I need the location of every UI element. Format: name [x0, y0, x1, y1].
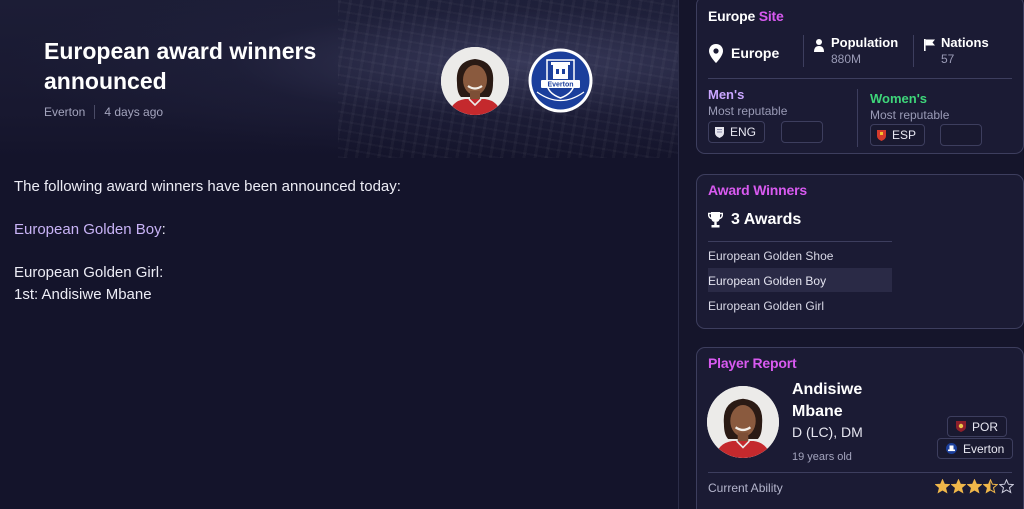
site-stats: Europe Population 880M Nations 57: [697, 33, 1024, 73]
star-icon: [951, 479, 966, 494]
everton-crest-icon[interactable]: Everton: [527, 47, 594, 114]
player-avatar[interactable]: [441, 47, 509, 115]
ability-stars: [935, 479, 1014, 494]
divider: [708, 472, 1012, 473]
article-time: 4 days ago: [104, 105, 164, 119]
everton-crest-icon: [946, 443, 957, 454]
player-avatar[interactable]: [707, 386, 779, 458]
panel-title[interactable]: Europe Site: [708, 8, 784, 24]
nations-value: 57: [941, 52, 955, 66]
portugal-crest-icon: [956, 421, 966, 432]
golden-girl-heading: European Golden Girl:: [14, 264, 164, 281]
svg-text:Everton: Everton: [547, 82, 573, 89]
article-source[interactable]: Everton: [44, 105, 85, 119]
population-label: Population: [831, 35, 899, 50]
player-age: 19 years old: [792, 451, 852, 463]
player-positions: D (LC), DM: [792, 424, 863, 440]
star-icon: [999, 479, 1014, 494]
awards-count: 3 Awards: [708, 211, 801, 229]
mens-subtitle: Most reputable: [708, 104, 788, 118]
ability-label: Current Ability: [708, 481, 783, 495]
article-header: European award winners announced Everton…: [0, 0, 678, 158]
flag-icon: [924, 39, 935, 51]
news-article: European award winners announced Everton…: [0, 0, 678, 509]
player-nation-chip[interactable]: POR: [947, 416, 1008, 437]
award-item-golden-boy[interactable]: European Golden Boy: [708, 268, 892, 292]
star-icon: [983, 479, 998, 494]
mens-empty-chip[interactable]: [781, 121, 823, 143]
award-item-golden-girl[interactable]: European Golden Girl: [708, 293, 892, 317]
player-name[interactable]: Andisiwe Mbane: [792, 379, 902, 423]
player-club-chip[interactable]: Everton: [937, 438, 1014, 459]
womens-title: Women's: [870, 91, 928, 106]
award-item-golden-shoe[interactable]: European Golden Shoe: [708, 243, 892, 267]
star-icon: [935, 479, 950, 494]
person-icon: [814, 39, 824, 52]
population-value: 880M: [831, 52, 862, 66]
womens-subtitle: Most reputable: [870, 108, 950, 122]
nations-label: Nations: [941, 35, 989, 50]
europe-site-panel: Europe Site Europe Population 880M Natio…: [696, 0, 1024, 154]
article-meta: Everton 4 days ago: [44, 105, 163, 119]
map-pin-icon: [709, 43, 723, 63]
golden-girl-winner[interactable]: 1st: Andisiwe Mbane: [14, 284, 654, 306]
womens-nation-chip[interactable]: ESP: [870, 124, 926, 146]
divider: [803, 35, 804, 67]
meta-divider: [94, 105, 96, 119]
mens-nation-chip[interactable]: ENG: [708, 121, 766, 143]
golden-boy-link[interactable]: European Golden Boy: [14, 221, 162, 238]
column-divider: [678, 0, 679, 509]
womens-empty-chip[interactable]: [940, 124, 982, 146]
region-cell[interactable]: Europe: [709, 35, 779, 71]
mens-title: Men's: [708, 87, 745, 102]
article-body: The following award winners have been an…: [14, 176, 654, 306]
divider: [913, 35, 914, 67]
article-intro: The following award winners have been an…: [14, 178, 401, 195]
panel-title[interactable]: Award Winners: [708, 182, 807, 198]
england-crest-icon: [715, 126, 724, 138]
player-report-panel: Player Report Andisiwe Mbane D (LC), DM …: [696, 347, 1024, 509]
divider: [857, 89, 858, 147]
article-title: European award winners announced: [44, 38, 317, 94]
award-winners-panel: Award Winners 3 Awards European Golden S…: [696, 174, 1024, 329]
region-name: Europe: [731, 45, 780, 61]
trophy-icon: [708, 212, 723, 228]
divider: [708, 78, 1012, 79]
panel-title[interactable]: Player Report: [708, 355, 797, 371]
golden-boy-line: European Golden Boy:: [14, 221, 166, 238]
star-icon: [967, 479, 982, 494]
award-list: European Golden Shoe European Golden Boy…: [708, 241, 892, 317]
spain-crest-icon: [877, 129, 886, 141]
